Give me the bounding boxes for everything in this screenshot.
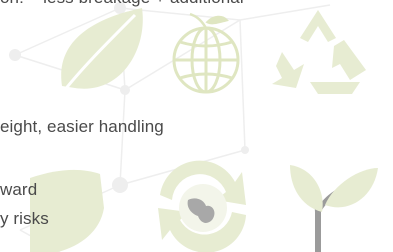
globe-icon (172, 12, 240, 94)
text-line-4: y risks (0, 209, 49, 228)
recycling-globe-icon (158, 160, 246, 252)
text-line-3: ward (0, 180, 38, 199)
leaf-icon (58, 8, 143, 97)
sprout-icon (290, 165, 378, 252)
text-line-2: eight, easier handling (0, 117, 164, 136)
text-line-1: on: – less breakage + additional (0, 0, 244, 8)
recycle-icon (272, 10, 366, 94)
